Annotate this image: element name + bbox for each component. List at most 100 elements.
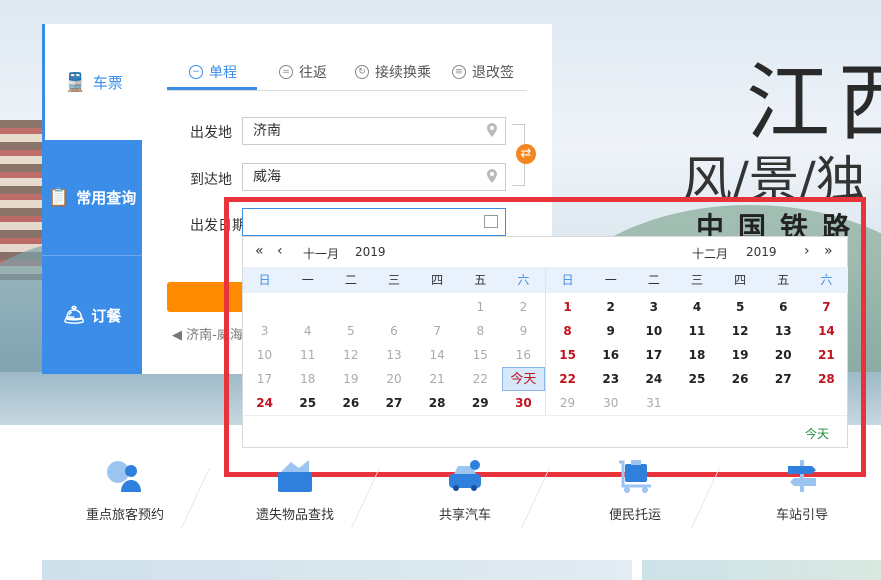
location-pin-icon (487, 169, 497, 183)
month-label: 十一月 (303, 247, 340, 261)
sidebar-item-ticket[interactable]: 🚆 车票 (42, 24, 142, 140)
day-cell[interactable]: 13 (762, 319, 805, 343)
day-cell[interactable]: 24 (632, 367, 675, 391)
service-item[interactable]: 共享汽车 (385, 450, 545, 523)
day-cell[interactable]: 28 (416, 391, 459, 415)
day-grid: 1 2 3 4 5 6 7 8 9 10 11 12 13 14 15 16 17 18 19 20 21 22 今天 24 2… (243, 295, 545, 415)
service-label: 便民托运 (608, 508, 661, 523)
tab-transfer[interactable]: ↻ 接续换乘 (355, 62, 431, 82)
day-cell[interactable]: 11 (675, 319, 718, 343)
sidebar-item-label: 常用查询 (76, 189, 137, 207)
weekday-label: 三 (690, 273, 703, 287)
sidebar-item-query[interactable]: 📋 常用查询 (42, 140, 142, 256)
day-cell[interactable]: 18 (675, 343, 718, 367)
day-cell[interactable]: 17 (632, 343, 675, 367)
day-cell[interactable]: 12 (719, 319, 762, 343)
day-cell[interactable]: 7 (805, 295, 848, 319)
day-cell[interactable]: 19 (719, 343, 762, 367)
tab-round-trip[interactable]: = 往返 (279, 62, 327, 82)
weekday-label: 日 (258, 273, 271, 287)
day-cell[interactable]: 26 (719, 367, 762, 391)
weekday-label: 六 (820, 273, 833, 287)
day-cell[interactable]: 14 (805, 319, 848, 343)
day-cell[interactable]: 10 (632, 319, 675, 343)
day-cell: 13 (386, 348, 402, 362)
day-cell[interactable]: 23 (589, 367, 632, 391)
day-cell[interactable]: 28 (805, 367, 848, 391)
service-item[interactable]: 遗失物品查找 (215, 450, 375, 523)
to-station-input[interactable]: 威海 (242, 163, 506, 191)
year-label: 2019 (746, 245, 777, 259)
day-cell[interactable]: 25 (286, 391, 329, 415)
weekday-label: 五 (777, 273, 790, 287)
weekday-header: 日一二三四五六 (546, 267, 848, 293)
day-cell: 14 (429, 348, 445, 362)
day-cell: 22 (472, 372, 488, 386)
day-cell[interactable]: 8 (546, 319, 589, 343)
service-item[interactable]: 重点旅客预约 (45, 450, 205, 523)
weekday-label: 一 (604, 273, 617, 287)
today-button[interactable]: 今天 (805, 425, 829, 442)
food-cloche-icon: 🛎 (62, 304, 86, 326)
from-station-input[interactable]: 济南 (242, 117, 506, 145)
to-label: 到达地 (190, 172, 232, 188)
date-picker: « ‹ 十一月 2019 十二月 2019 › » 日一二三四五六 123456… (242, 236, 848, 448)
weekday-label: 四 (734, 273, 747, 287)
from-station-value: 济南 (253, 123, 281, 139)
day-cell[interactable]: 9 (589, 319, 632, 343)
trip-type-tabs: − 单程 = 往返 ↻ 接续换乘 ≡ 退改签 (167, 56, 527, 91)
day-cell[interactable]: 29 (546, 391, 589, 415)
service-item[interactable]: 车站引导 (722, 450, 881, 523)
day-cell-today[interactable]: 今天 (501, 367, 545, 391)
day-cell[interactable]: 30 (589, 391, 632, 415)
service-label: 重点旅客预约 (85, 508, 164, 523)
day-cell[interactable]: 24 (243, 391, 286, 415)
day-cell[interactable]: 21 (805, 343, 848, 367)
day-cell[interactable]: 2 (589, 295, 632, 319)
sidebar-item-label: 订餐 (91, 306, 122, 325)
empty-cell (329, 295, 372, 319)
refresh-circle-icon: ↻ (355, 65, 369, 79)
caret-left-icon: ◀ (172, 328, 187, 343)
day-cell: 7 (433, 324, 441, 338)
day-cell[interactable]: 6 (762, 295, 805, 319)
day-cell[interactable]: 27 (372, 391, 415, 415)
day-cell[interactable]: 3 (632, 295, 675, 319)
day-cell[interactable]: 26 (329, 391, 372, 415)
day-cell[interactable]: 25 (675, 367, 718, 391)
day-cell: 21 (429, 372, 445, 386)
day-cell[interactable]: 22 (546, 367, 589, 391)
location-pin-icon (487, 123, 497, 137)
tab-label: 往返 (299, 65, 327, 81)
promo-banner[interactable] (42, 560, 632, 580)
weekday-label: 二 (344, 273, 357, 287)
promo-banner[interactable] (642, 560, 881, 580)
tab-oneway[interactable]: − 单程 (189, 62, 237, 82)
tab-label: 单程 (209, 65, 237, 81)
month-grid-december: 日一二三四五六 1 2 3 4 5 6 7 8 9 10 11 12 13 14 15 16 17 18 19 20 2… (546, 267, 848, 415)
swap-stations-button[interactable]: ⇄ (516, 144, 536, 164)
day-cell[interactable]: 1 (546, 295, 589, 319)
to-station-value: 威海 (253, 169, 281, 185)
prev-year-button[interactable]: « (255, 243, 264, 259)
day-cell[interactable]: 20 (762, 343, 805, 367)
prev-month-button[interactable]: ‹ (277, 243, 283, 259)
service-item[interactable]: 便民托运 (555, 450, 715, 523)
day-cell[interactable]: 31 (632, 391, 675, 415)
day-grid: 1 2 3 4 5 6 7 8 9 10 11 12 13 14 15 16 17 18 19 20 21 22 23 24 2… (546, 295, 848, 415)
day-cell[interactable]: 27 (762, 367, 805, 391)
day-cell[interactable]: 15 (546, 343, 589, 367)
tab-refund-change[interactable]: ≡ 退改签 (452, 62, 514, 82)
next-year-button[interactable]: » (824, 243, 833, 259)
day-cell[interactable]: 5 (719, 295, 762, 319)
day-cell[interactable]: 16 (589, 343, 632, 367)
sidebar-item-label: 车票 (92, 73, 123, 92)
sidebar-item-meal[interactable]: 🛎 订餐 (42, 256, 142, 374)
day-cell: 4 (303, 324, 312, 338)
day-cell: 9 (519, 324, 528, 338)
day-cell[interactable]: 4 (675, 295, 718, 319)
day-cell[interactable]: 30 (502, 391, 545, 415)
next-month-button[interactable]: › (804, 243, 810, 259)
day-cell[interactable]: 29 (459, 391, 502, 415)
day-cell: 19 (343, 372, 359, 386)
